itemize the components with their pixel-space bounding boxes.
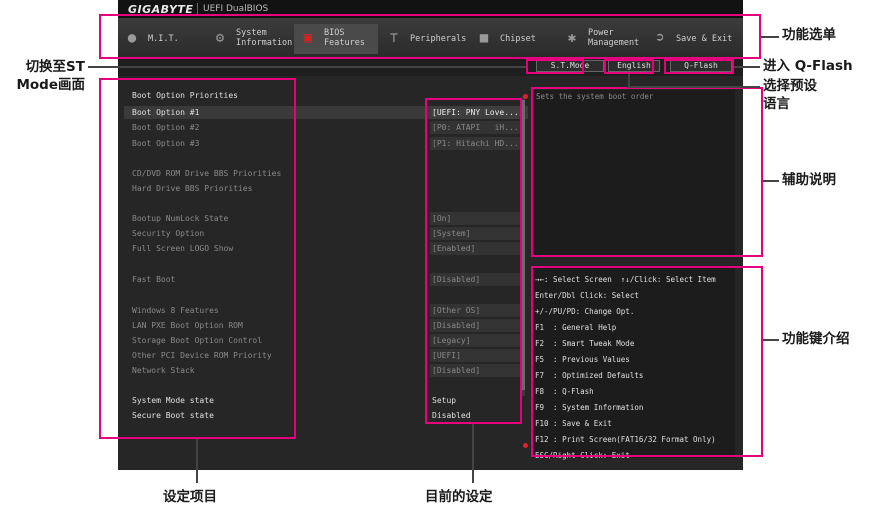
function-keys-callout-box — [531, 266, 763, 457]
enter-qflash-label: 进入 Q-Flash — [763, 58, 853, 74]
language-leader-h — [628, 86, 760, 88]
qflash-callout-box — [664, 59, 734, 74]
scroll-up-indicator — [523, 94, 528, 99]
scrollbar-thumb[interactable] — [522, 100, 525, 390]
setting-items-label: 设定项目 — [163, 489, 217, 505]
function-keys-leader — [763, 339, 779, 341]
current-settings-callout-box — [425, 98, 522, 424]
product-name: UEFI DualBIOS — [203, 4, 269, 14]
help-callout-box — [531, 87, 763, 257]
setting-items-callout-box — [99, 78, 296, 439]
scroll-down-indicator — [523, 443, 528, 448]
qflash-leader — [734, 66, 760, 68]
st-mode-callout-box — [526, 59, 584, 74]
st-mode-switch-label: 切换至ST Mode画面 — [16, 59, 85, 93]
setting-items-leader — [196, 439, 198, 483]
select-language-label: 选择预设 语言 — [763, 78, 817, 112]
function-menu-leader — [761, 36, 779, 38]
function-keys-label: 功能键介绍 — [782, 331, 850, 347]
language-callout-box — [604, 59, 654, 74]
help-info-label: 辅助说明 — [782, 172, 836, 188]
function-menu-label: 功能选单 — [782, 27, 836, 43]
function-menu-callout-box — [99, 14, 761, 59]
current-settings-label: 目前的设定 — [425, 489, 493, 505]
current-settings-leader — [472, 424, 474, 483]
help-leader — [763, 180, 779, 182]
st-mode-leader — [88, 66, 526, 68]
